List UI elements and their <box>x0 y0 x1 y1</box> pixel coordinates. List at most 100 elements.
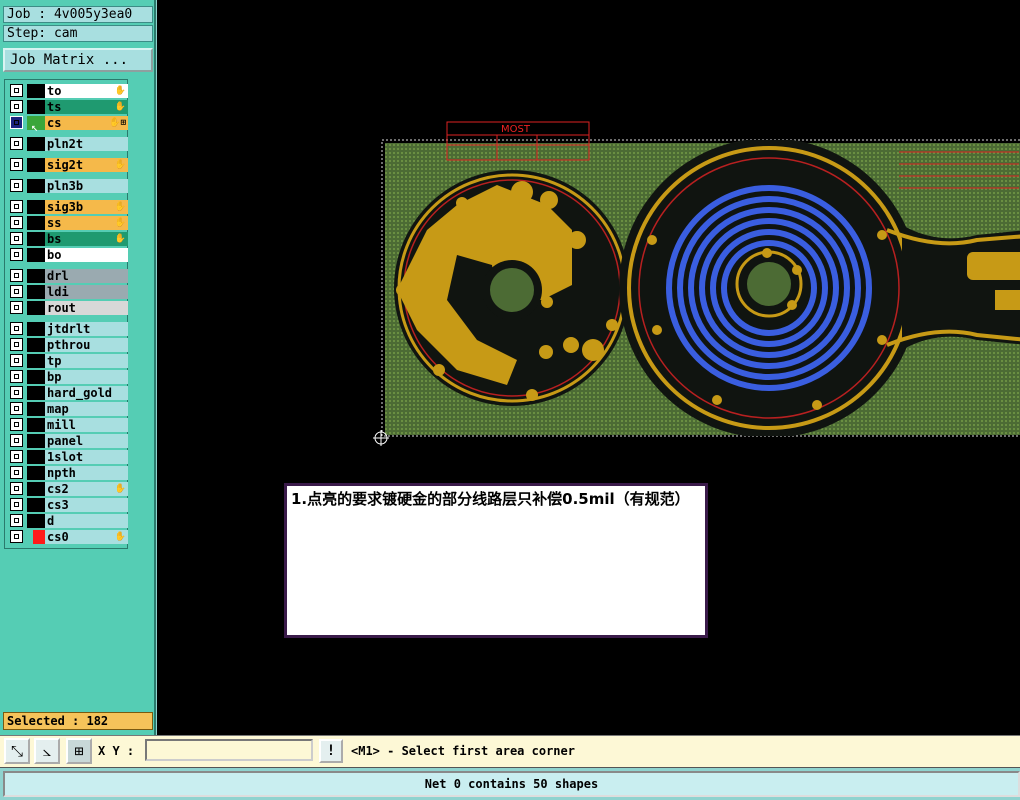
note-popup: 1.点亮的要求镀硬金的部分线路层只补偿0.5mil（有规范） <box>284 483 708 638</box>
layer-label: d <box>47 514 55 528</box>
layer-label: cs <box>47 116 62 130</box>
grid-snap-button[interactable]: ⊞ <box>66 738 92 764</box>
layer-name-cs[interactable]: cs ✋⊞ <box>45 116 128 130</box>
job-label: Job : 4v005y3ea0 <box>3 6 153 23</box>
layer-checkbox[interactable] <box>10 232 23 245</box>
layer-name-ldi[interactable]: ldi <box>45 285 128 299</box>
layer-checkbox[interactable] <box>10 248 23 261</box>
zoom-area-button[interactable]: ⤡ <box>4 738 30 764</box>
layer-checkbox[interactable] <box>10 418 23 431</box>
layer-marker[interactable] <box>27 482 45 496</box>
layer-marker[interactable] <box>27 269 45 283</box>
hand-icon: ✋ <box>114 218 126 228</box>
layer-name-pthrou[interactable]: pthrou <box>45 338 128 352</box>
layer-marker[interactable] <box>27 402 45 416</box>
layer-marker[interactable] <box>27 450 45 464</box>
layer-label: sig3b <box>47 200 84 214</box>
layer-marker[interactable] <box>27 338 45 352</box>
layer-checkbox[interactable] <box>10 386 23 399</box>
layer-name-1slot[interactable]: 1slot <box>45 450 128 464</box>
layer-marker[interactable] <box>27 386 45 400</box>
layer-name-mill[interactable]: mill <box>45 418 128 432</box>
layer-name-npth[interactable]: npth <box>45 466 128 480</box>
layer-label: to <box>47 84 62 98</box>
layer-panel: Job : 4v005y3ea0 Step: cam Job Matrix ..… <box>0 0 156 735</box>
layer-marker[interactable] <box>27 100 45 114</box>
layer-marker[interactable] <box>27 498 45 512</box>
layer-name-hard_gold[interactable]: hard_gold <box>45 386 128 400</box>
layer-name-ts[interactable]: ts ✋ <box>45 100 128 114</box>
layer-checkbox[interactable] <box>10 322 23 335</box>
layer-checkbox[interactable] <box>10 498 23 511</box>
layer-checkbox[interactable] <box>10 482 23 495</box>
layer-checkbox[interactable] <box>10 338 23 351</box>
layer-label: pthrou <box>47 338 91 352</box>
layer-name-bo[interactable]: bo <box>45 248 128 262</box>
layer-name-pln2t[interactable]: pln2t <box>45 137 128 151</box>
layer-checkbox[interactable] <box>10 84 23 97</box>
layer-checkbox[interactable] <box>10 354 23 367</box>
layer-marker[interactable] <box>27 434 45 448</box>
alert-button[interactable]: ! <box>319 739 343 763</box>
layer-checkbox[interactable] <box>10 434 23 447</box>
layer-marker[interactable] <box>27 301 45 315</box>
layer-label: panel <box>47 434 84 448</box>
layer-marker[interactable] <box>27 514 45 528</box>
layer-name-cs3[interactable]: cs3 <box>45 498 128 512</box>
layer-marker[interactable] <box>27 216 45 230</box>
layer-name-sig3b[interactable]: sig3b ✋ <box>45 200 128 214</box>
layer-name-ss[interactable]: ss ✋ <box>45 216 128 230</box>
layer-name-to[interactable]: to ✋ <box>45 84 128 98</box>
layer-checkbox[interactable] <box>10 137 23 150</box>
layer-name-rout[interactable]: rout <box>45 301 128 315</box>
layer-name-sig2t[interactable]: sig2t ✋ <box>45 158 128 172</box>
layer-name-cs2[interactable]: cs2 ✋ <box>45 482 128 496</box>
job-matrix-button[interactable]: Job Matrix ... <box>3 48 153 72</box>
layer-checkbox[interactable] <box>10 514 23 527</box>
layer-name-jtdrlt[interactable]: jtdrlt <box>45 322 128 336</box>
layer-name-cs0[interactable]: cs0 ✋ <box>45 530 128 544</box>
layer-checkbox[interactable] <box>10 450 23 463</box>
layer-label: mill <box>47 418 76 432</box>
layer-checkbox[interactable] <box>10 158 23 171</box>
layer-checkbox[interactable] <box>10 402 23 415</box>
layer-marker[interactable] <box>27 84 45 98</box>
work-layer-arrow-icon[interactable]: ↖ <box>27 116 45 134</box>
layer-name-tp[interactable]: tp <box>45 354 128 368</box>
layer-marker[interactable] <box>33 530 45 544</box>
layer-marker[interactable] <box>27 354 45 368</box>
layer-checkbox[interactable] <box>10 370 23 383</box>
layer-marker[interactable] <box>27 179 45 193</box>
layer-marker[interactable] <box>27 466 45 480</box>
layer-name-panel[interactable]: panel <box>45 434 128 448</box>
layer-checkbox[interactable] <box>10 269 23 282</box>
layer-marker[interactable] <box>27 248 45 262</box>
layer-name-bp[interactable]: bp <box>45 370 128 384</box>
layer-marker[interactable] <box>27 322 45 336</box>
layer-name-map[interactable]: map <box>45 402 128 416</box>
layer-marker[interactable] <box>27 232 45 246</box>
layer-marker[interactable] <box>27 285 45 299</box>
layer-checkbox[interactable] <box>10 285 23 298</box>
layer-checkbox[interactable] <box>10 179 23 192</box>
xy-input[interactable] <box>145 739 313 761</box>
layer-marker[interactable] <box>27 370 45 384</box>
layer-checkbox[interactable] <box>10 466 23 479</box>
layer-name-bs[interactable]: bs ✋ <box>45 232 128 246</box>
measure-button[interactable]: ⦣ <box>34 738 60 764</box>
layer-checkbox[interactable] <box>10 200 23 213</box>
layer-marker[interactable] <box>27 418 45 432</box>
layer-checkbox[interactable] <box>10 116 23 129</box>
layer-checkbox[interactable] <box>10 530 23 543</box>
xy-label: X Y : <box>98 744 135 758</box>
layer-label: rout <box>47 301 76 315</box>
layer-name-d[interactable]: d <box>45 514 128 528</box>
layer-marker[interactable] <box>27 137 45 151</box>
layer-marker[interactable] <box>27 158 45 172</box>
layer-marker[interactable] <box>27 200 45 214</box>
layer-checkbox[interactable] <box>10 301 23 314</box>
layer-checkbox[interactable] <box>10 216 23 229</box>
layer-name-pln3b[interactable]: pln3b <box>45 179 128 193</box>
layer-checkbox[interactable] <box>10 100 23 113</box>
layer-name-drl[interactable]: drl <box>45 269 128 283</box>
